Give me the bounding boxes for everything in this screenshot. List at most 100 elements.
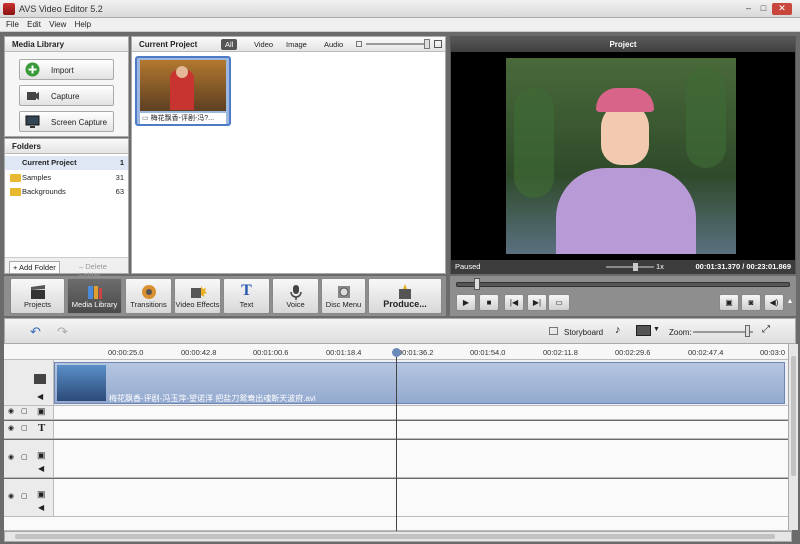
- add-folder-button[interactable]: + Add Folder: [9, 261, 60, 274]
- folder-icon: [10, 174, 21, 182]
- projects-button[interactable]: Projects: [10, 278, 65, 314]
- screen-capture-button[interactable]: Screen Capture: [19, 111, 114, 132]
- ruler-tick: 00:01:00.6: [253, 348, 289, 357]
- video-track: ◀ 梅花飘香-评剧-冯玉萍-望诺洋 把盐刀鸳鸯出魂断天波府.avi: [4, 360, 792, 406]
- vertical-scrollbar[interactable]: [788, 344, 798, 530]
- video-effects-button[interactable]: Video Effects: [174, 278, 221, 314]
- speaker-icon[interactable]: ◀: [37, 392, 43, 401]
- folder-samples[interactable]: Samples 31: [5, 171, 128, 185]
- ruler-tick: 00:01:36.2: [398, 348, 434, 357]
- video-clip[interactable]: 梅花飘香-评剧-冯玉萍-望诺洋 把盐刀鸳鸯出魂断天波府.avi: [54, 362, 785, 404]
- next-frame-button[interactable]: ▶|: [527, 294, 547, 311]
- close-icon[interactable]: ✕: [772, 3, 792, 15]
- undo-icon[interactable]: ↶: [30, 324, 41, 340]
- disc-menu-icon: [337, 286, 350, 298]
- volume-up-icon[interactable]: ▲: [786, 294, 794, 311]
- text-t-icon: T: [38, 422, 46, 434]
- prev-frame-button[interactable]: |◀: [504, 294, 524, 311]
- app-icon: [3, 3, 15, 15]
- lock-icon[interactable]: ▢: [21, 424, 28, 432]
- folder-backgrounds[interactable]: Backgrounds 63: [5, 185, 128, 199]
- voice-button[interactable]: Voice: [272, 278, 319, 314]
- project-preview-panel: Project Paused 1x 00:01:31.370 / 00:23:0…: [450, 36, 796, 274]
- thumb-size-large-icon[interactable]: [434, 40, 442, 48]
- lock-icon[interactable]: ▢: [21, 453, 28, 461]
- menu-help[interactable]: Help: [75, 18, 91, 31]
- playhead-line: [396, 357, 397, 531]
- zoom-handle[interactable]: [745, 325, 750, 337]
- import-button[interactable]: Import: [19, 59, 114, 80]
- title-bar: AVS Video Editor 5.2 – □ ✕: [0, 0, 800, 18]
- video-clip-icon: ▭: [142, 115, 149, 122]
- horizontal-scrollbar[interactable]: [4, 531, 792, 542]
- menu-edit[interactable]: Edit: [27, 18, 41, 31]
- storyboard-label[interactable]: Storyboard: [564, 328, 603, 337]
- audio-track-header: ◉ ▢ ▣ ◀: [4, 479, 54, 516]
- main-toolbar: Projects Media Library Transitions Video…: [4, 276, 446, 316]
- stop-button[interactable]: ■: [479, 294, 499, 311]
- thumb-size-slider[interactable]: [366, 43, 430, 45]
- eye-icon[interactable]: ◉: [8, 492, 14, 500]
- effects-track: ◉ ▢ ▣: [4, 406, 792, 420]
- seek-handle[interactable]: [474, 278, 480, 290]
- clip-filename: 梅花飘香-评剧-冯玉萍-望诺洋 把盐刀鸳鸯出魂断天波府.avi: [109, 394, 316, 403]
- overlay-track: ◉ ▢ ▣ ◀: [4, 440, 792, 478]
- transitions-button[interactable]: Transitions: [125, 278, 172, 314]
- minimize-icon[interactable]: –: [742, 3, 755, 15]
- clip-label: ▭ 梅花飘香-评剧-冯?...: [140, 113, 226, 124]
- speed-slider[interactable]: [606, 266, 654, 268]
- disc-menu-button[interactable]: Disc Menu: [321, 278, 366, 314]
- tab-video[interactable]: Video: [250, 39, 277, 50]
- thumb-size-handle[interactable]: [424, 39, 430, 49]
- media-library-button[interactable]: Media Library: [67, 278, 122, 314]
- display-mode-icon[interactable]: [636, 325, 651, 336]
- empty-track: [4, 517, 792, 531]
- time-display: 00:01:31.370 / 00:23:01.869: [695, 262, 792, 271]
- project-clip-thumbnail[interactable]: ▭ 梅花飘香-评剧-冯?...: [135, 56, 231, 126]
- fullscreen-button[interactable]: ▭: [548, 294, 570, 311]
- monitor-icon[interactable]: ▣: [719, 294, 739, 311]
- menu-file[interactable]: File: [6, 18, 19, 31]
- speed-slider-handle[interactable]: [633, 263, 638, 271]
- folder-current-project[interactable]: Current Project 1: [5, 156, 128, 170]
- ruler-tick: 00:02:47.4: [688, 348, 724, 357]
- snapshot-icon[interactable]: ◙: [741, 294, 761, 311]
- produce-button[interactable]: Produce...: [368, 278, 442, 314]
- eye-icon[interactable]: ◉: [8, 453, 14, 461]
- menu-view[interactable]: View: [49, 18, 66, 31]
- thumb-size-small-icon[interactable]: [356, 41, 362, 47]
- eye-icon[interactable]: ◉: [8, 407, 14, 415]
- tab-image[interactable]: Image: [282, 39, 311, 50]
- playhead-handle[interactable]: [392, 348, 401, 357]
- timeline-ruler[interactable]: 00:00:25.0 00:00:42.8 00:01:00.6 00:01:1…: [4, 344, 792, 360]
- speed-value: 1x: [656, 262, 664, 271]
- play-button[interactable]: ▶: [456, 294, 476, 311]
- seek-bar[interactable]: [456, 282, 790, 287]
- tab-audio[interactable]: Audio: [320, 39, 347, 50]
- display-mode-chevron-down-icon[interactable]: ▼: [653, 326, 660, 333]
- window-title: AVS Video Editor 5.2: [19, 4, 103, 14]
- volume-icon[interactable]: ◀): [764, 294, 784, 311]
- effect-icon: ▣: [37, 406, 46, 416]
- lock-icon[interactable]: ▢: [21, 492, 28, 500]
- maximize-icon[interactable]: □: [757, 3, 770, 15]
- horizontal-scroll-thumb[interactable]: [15, 534, 775, 539]
- transitions-icon: [141, 285, 156, 299]
- storyboard-icon[interactable]: [549, 327, 558, 335]
- import-plus-icon: [25, 62, 40, 77]
- text-button[interactable]: T Text: [223, 278, 270, 314]
- capture-button[interactable]: Capture: [19, 85, 114, 106]
- zoom-fit-icon[interactable]: ⤢: [762, 324, 770, 335]
- redo-icon[interactable]: ↷: [57, 324, 68, 340]
- zoom-slider[interactable]: [693, 331, 753, 333]
- voice-record-icon[interactable]: ♪: [615, 324, 627, 338]
- camera-icon: [27, 92, 39, 100]
- speaker-icon[interactable]: ◀: [38, 464, 44, 473]
- ruler-tick: 00:03:0: [760, 348, 786, 357]
- tab-all[interactable]: All: [221, 39, 238, 50]
- vertical-scroll-thumb[interactable]: [791, 356, 796, 476]
- library-icon: [87, 286, 102, 299]
- eye-icon[interactable]: ◉: [8, 424, 14, 432]
- lock-icon[interactable]: ▢: [21, 407, 28, 415]
- speaker-icon[interactable]: ◀: [38, 503, 44, 512]
